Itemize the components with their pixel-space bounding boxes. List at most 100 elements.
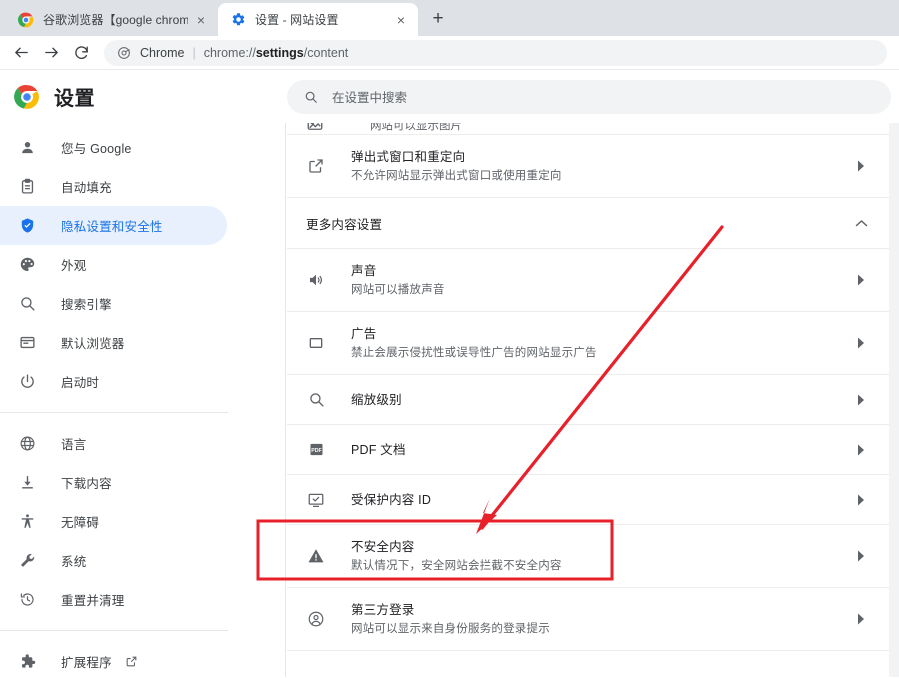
row-title: 广告 <box>351 327 376 341</box>
sidebar-item-label: 默认浏览器 <box>61 333 125 352</box>
partial-row-images[interactable]: 网站可以显示图片 <box>287 123 889 135</box>
clipboard-icon <box>18 177 37 196</box>
restore-history-icon <box>18 590 37 609</box>
settings-content: 网站可以显示图片 弹出式窗口和重定向 不允许网站显示弹出式窗口或使用重定向 <box>287 123 899 677</box>
sidebar-item-label: 系统 <box>61 551 86 570</box>
tab-title: 设置 - 网站设置 <box>255 11 388 28</box>
chevron-right-icon[interactable] <box>851 337 871 349</box>
chevron-right-icon[interactable] <box>851 444 871 456</box>
sidebar-item-label: 扩展程序 <box>61 652 112 671</box>
shield-icon <box>18 216 37 235</box>
sidebar-item-privacy-security[interactable]: 隐私设置和安全性 <box>0 206 227 245</box>
row-title: PDF 文档 <box>351 443 406 457</box>
browser-window-icon <box>18 333 37 352</box>
row-title: 不安全内容 <box>351 540 415 554</box>
accessibility-icon <box>18 512 37 531</box>
sidebar-item-extensions[interactable]: 扩展程序 <box>0 642 227 677</box>
row-third-party-signin[interactable]: 第三方登录 网站可以显示来自身份服务的登录提示 <box>287 588 889 651</box>
back-icon[interactable] <box>8 40 34 66</box>
settings-body: 您与 Google 自动填充 隐私设置和安全性 <box>0 123 899 677</box>
search-placeholder: 在设置中搜索 <box>332 87 407 106</box>
sidebar-item-languages[interactable]: 语言 <box>0 424 227 463</box>
url-bold: settings <box>256 46 304 60</box>
chrome-shield-icon <box>116 45 131 60</box>
omnibox-scheme-label: Chrome <box>140 46 184 60</box>
sidebar-item-accessibility[interactable]: 无障碍 <box>0 502 227 541</box>
close-icon[interactable]: × <box>392 11 410 29</box>
chevron-right-icon[interactable] <box>851 494 871 506</box>
sidebar-item-label: 重置并清理 <box>61 590 125 609</box>
chevron-right-icon[interactable] <box>851 613 871 625</box>
settings-brand: 设置 <box>0 82 287 111</box>
url-prefix: chrome:// <box>204 46 256 60</box>
sidebar-item-label: 下载内容 <box>61 473 112 492</box>
row-ads[interactable]: 广告 禁止会展示侵扰性或误导性广告的网站显示广告 <box>287 312 889 375</box>
chrome-icon <box>18 12 34 28</box>
image-icon <box>306 123 326 135</box>
row-zoom-levels[interactable]: 缩放级别 <box>287 375 889 425</box>
warning-triangle-icon <box>306 546 326 566</box>
external-link-icon <box>306 156 326 176</box>
row-insecure-content[interactable]: 不安全内容 默认情况下，安全网站会拦截不安全内容 <box>287 525 889 588</box>
sidebar-item-label: 隐私设置和安全性 <box>61 216 163 235</box>
content-card: 网站可以显示图片 弹出式窗口和重定向 不允许网站显示弹出式窗口或使用重定向 <box>287 123 889 677</box>
sidebar-item-you-and-google[interactable]: 您与 Google <box>0 128 227 167</box>
forward-icon[interactable] <box>38 40 64 66</box>
chevron-right-icon[interactable] <box>851 160 871 172</box>
tab-title: 谷歌浏览器【google chrome】 <box>43 11 188 28</box>
search-icon <box>18 294 37 313</box>
reload-icon[interactable] <box>68 40 94 66</box>
pdf-icon: PDF <box>306 440 326 460</box>
settings-sidebar: 您与 Google 自动填充 隐私设置和安全性 <box>0 123 286 677</box>
protected-content-icon <box>306 490 326 510</box>
row-subtitle: 网站可以显示来自身份服务的登录提示 <box>351 623 550 635</box>
sidebar-item-search-engine[interactable]: 搜索引擎 <box>0 284 227 323</box>
row-pdf-documents[interactable]: PDF PDF 文档 <box>287 425 889 475</box>
sidebar-item-reset-cleanup[interactable]: 重置并清理 <box>0 580 227 619</box>
row-subtitle: 默认情况下，安全网站会拦截不安全内容 <box>351 560 562 572</box>
browser-window: 谷歌浏览器【google chrome】 × 设置 - 网站设置 × + <box>0 0 899 678</box>
row-text: 受保护内容 ID <box>351 491 851 509</box>
tab-chrome-home[interactable]: 谷歌浏览器【google chrome】 × <box>6 3 218 36</box>
sidebar-item-appearance[interactable]: 外观 <box>0 245 227 284</box>
tab-settings[interactable]: 设置 - 网站设置 × <box>218 3 418 36</box>
omnibox-url: chrome://settings/content <box>204 46 349 60</box>
speaker-icon <box>306 270 326 290</box>
globe-icon <box>18 434 37 453</box>
chevron-right-icon[interactable] <box>851 394 871 406</box>
external-link-icon[interactable] <box>125 655 138 668</box>
row-popups-redirects[interactable]: 弹出式窗口和重定向 不允许网站显示弹出式窗口或使用重定向 <box>287 135 889 198</box>
sidebar-item-autofill[interactable]: 自动填充 <box>0 167 227 206</box>
row-text: 声音 网站可以播放声音 <box>351 262 851 299</box>
chevron-right-icon[interactable] <box>851 550 871 562</box>
row-text: 缩放级别 <box>351 391 851 409</box>
chevron-up-icon[interactable] <box>851 219 871 228</box>
sidebar-item-default-browser[interactable]: 默认浏览器 <box>0 323 227 362</box>
row-protected-content-id[interactable]: 受保护内容 ID <box>287 475 889 525</box>
chevron-right-icon[interactable] <box>851 274 871 286</box>
address-bar[interactable]: Chrome | chrome://settings/content <box>104 40 887 66</box>
settings-page: 设置 在设置中搜索 <box>0 70 899 677</box>
svg-text:PDF: PDF <box>311 448 321 454</box>
partial-row-subtitle: 网站可以显示图片 <box>370 123 462 133</box>
settings-header: 设置 在设置中搜索 <box>0 70 899 123</box>
row-title: 受保护内容 ID <box>351 493 431 507</box>
row-title: 弹出式窗口和重定向 <box>351 150 465 164</box>
sidebar-item-label: 自动填充 <box>61 177 112 196</box>
person-icon <box>18 138 37 157</box>
wrench-icon <box>18 551 37 570</box>
new-tab-button[interactable]: + <box>424 5 452 33</box>
sidebar-item-downloads[interactable]: 下载内容 <box>0 463 227 502</box>
download-icon <box>18 473 37 492</box>
sidebar-item-on-startup[interactable]: 启动时 <box>0 362 227 401</box>
row-sound[interactable]: 声音 网站可以播放声音 <box>287 249 889 312</box>
close-icon[interactable]: × <box>192 11 210 29</box>
power-icon <box>18 372 37 391</box>
sidebar-item-label: 无障碍 <box>61 512 99 531</box>
search-input[interactable]: 在设置中搜索 <box>287 80 891 114</box>
sidebar-item-system[interactable]: 系统 <box>0 541 227 580</box>
search-icon <box>306 390 326 410</box>
section-header-more-content-settings[interactable]: 更多内容设置 <box>287 198 889 249</box>
settings-gear-icon <box>230 12 246 28</box>
row-text: 第三方登录 网站可以显示来自身份服务的登录提示 <box>351 601 851 638</box>
